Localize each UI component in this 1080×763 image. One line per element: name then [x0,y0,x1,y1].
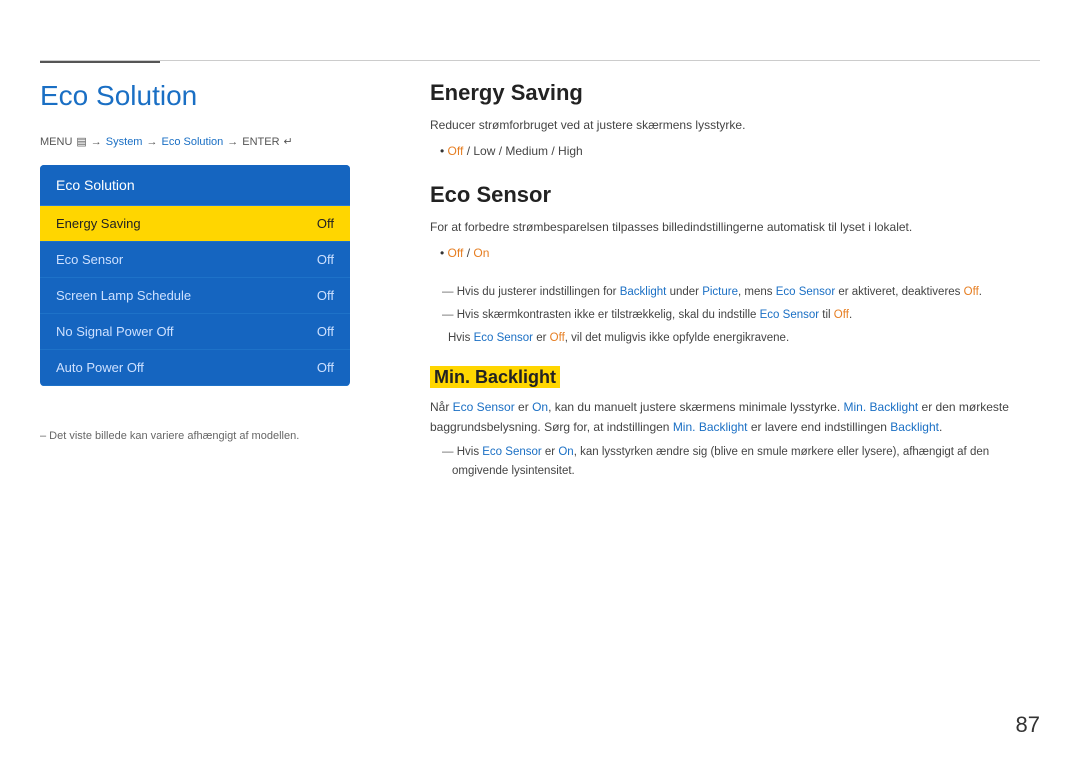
section-eco-sensor: Eco Sensor For at forbedre strømbesparel… [430,182,1040,348]
breadcrumb-arrow1: → [91,136,102,148]
menu-item-label: Energy Saving [56,216,141,231]
menu-item-eco-sensor[interactable]: Eco Sensor Off [40,242,350,278]
menu-item-value: Off [317,252,334,267]
energy-saving-desc: Reducer strømforbruget ved at justere sk… [430,116,1040,135]
menu-item-value: Off [317,288,334,303]
eco-sensor-note1: Hvis du justerer indstillingen for Backl… [442,283,1040,302]
section-title-energy-saving: Energy Saving [430,80,1040,106]
menu-item-value: Off [317,216,334,231]
menu-item-energy-saving[interactable]: Energy Saving Off [40,206,350,242]
footnote: – Det viste billede kan variere afhængig… [40,430,299,442]
off-label: Off [448,246,464,260]
section-min-backlight: Min. Backlight Når Eco Sensor er On, kan… [430,367,1040,480]
separator: / Low / Medium / High [467,144,583,158]
energy-saving-bullets: Off / Low / Medium / High [440,141,1040,161]
page-number: 87 [1016,712,1040,738]
off-label: Off [448,144,464,158]
breadcrumb-arrow2: → [146,136,157,148]
content-area: Energy Saving Reducer strømforbruget ved… [430,80,1040,485]
breadcrumb-menu: MENU [40,136,72,148]
min-backlight-note: Hvis Eco Sensor er On, kan lysstyrken æn… [442,443,1040,481]
bullet-item: Off / On [440,243,1040,263]
breadcrumb-eco-solution: Eco Solution [161,136,223,148]
breadcrumb-system: System [106,136,143,148]
breadcrumb: MENU ▤ → System → Eco Solution → ENTER ↵ [40,135,293,148]
menu-item-auto-power[interactable]: Auto Power Off Off [40,350,350,386]
menu-item-label: No Signal Power Off [56,324,174,339]
breadcrumb-enter: ENTER [242,136,279,148]
top-line [40,60,1040,61]
bullet-item: Off / Low / Medium / High [440,141,1040,161]
eco-sensor-note2: Hvis skærmkontrasten ikke er tilstrækkel… [442,306,1040,325]
menu-item-label: Eco Sensor [56,252,123,267]
page-title: Eco Solution [40,80,197,112]
eco-sensor-subnote: Hvis Eco Sensor er Off, vil det muligvis… [448,329,1040,347]
breadcrumb-menu-icon: ▤ [76,135,86,148]
menu-item-no-signal[interactable]: No Signal Power Off Off [40,314,350,350]
breadcrumb-arrow3: → [227,136,238,148]
menu-panel: Eco Solution Energy Saving Off Eco Senso… [40,165,350,386]
menu-item-value: Off [317,360,334,375]
eco-sensor-bullets: Off / On [440,243,1040,263]
menu-panel-header: Eco Solution [40,165,350,206]
menu-item-screen-lamp[interactable]: Screen Lamp Schedule Off [40,278,350,314]
section-title-min-backlight: Min. Backlight [430,366,560,388]
min-backlight-desc: Når Eco Sensor er On, kan du manuelt jus… [430,398,1040,436]
section-energy-saving: Energy Saving Reducer strømforbruget ved… [430,80,1040,162]
section-title-eco-sensor: Eco Sensor [430,182,1040,208]
menu-item-value: Off [317,324,334,339]
menu-item-label: Auto Power Off [56,360,144,375]
on-label: On [473,246,489,260]
menu-item-label: Screen Lamp Schedule [56,288,191,303]
breadcrumb-enter-icon: ↵ [284,135,293,148]
eco-sensor-desc: For at forbedre strømbesparelsen tilpass… [430,218,1040,237]
